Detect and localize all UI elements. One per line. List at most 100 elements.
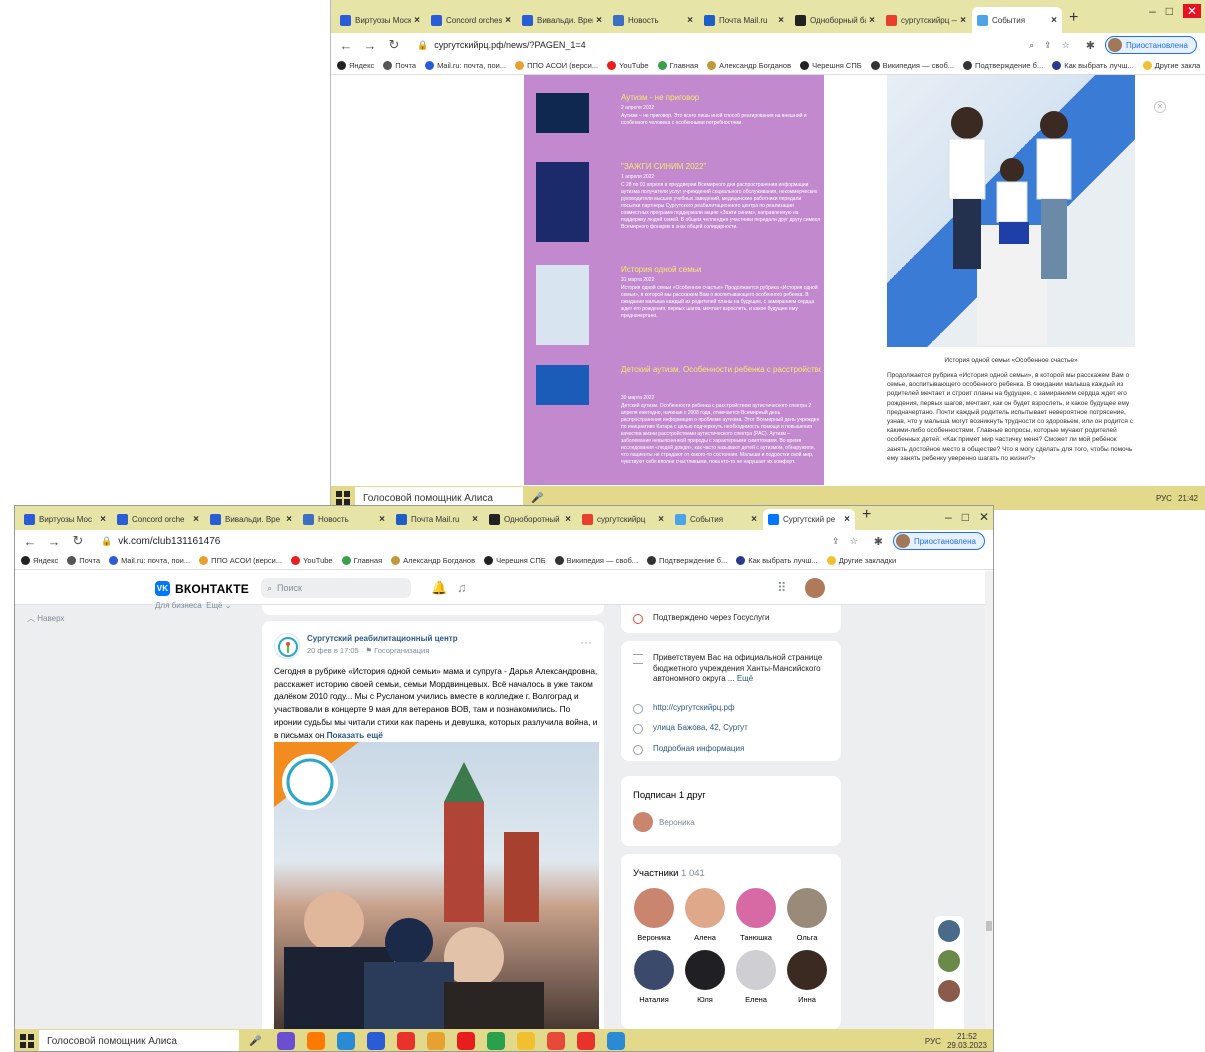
top-url-bar[interactable]: 🔒 сургутскийрц.рф/news/?PAGEN_1=4 ⌕ ⇪ ☆ bbox=[411, 35, 1076, 55]
tab-close-icon[interactable]: × bbox=[687, 15, 693, 26]
reload-icon[interactable]: ↻ bbox=[71, 533, 85, 549]
maximize-icon[interactable]: □ bbox=[962, 510, 969, 524]
description-more-link[interactable]: Ещё bbox=[737, 674, 753, 683]
vk-logo[interactable]: VK ВКОНТАКТЕ bbox=[155, 581, 249, 596]
bookmark-item[interactable]: Почта bbox=[67, 556, 100, 565]
tab-close-icon[interactable]: × bbox=[472, 514, 478, 525]
tray-lang[interactable]: РУС bbox=[925, 1037, 941, 1046]
taskbar-app-icon[interactable] bbox=[481, 1030, 511, 1051]
tab-close-icon[interactable]: × bbox=[844, 514, 850, 525]
tab-close-icon[interactable]: × bbox=[505, 15, 511, 26]
browser-tab[interactable]: Concord orchestra× bbox=[426, 7, 516, 33]
bookmark-item[interactable]: Википедия — своб... bbox=[870, 61, 954, 70]
browser-tab[interactable]: Виртуозы Москов× bbox=[335, 7, 425, 33]
back-icon[interactable]: ← bbox=[23, 534, 37, 549]
news-item[interactable]: История одной семьи 31 марта 2022 История … bbox=[536, 265, 818, 360]
browser-tab[interactable]: сургутскийрц — × bbox=[881, 7, 971, 33]
browser-tab[interactable]: Новость × bbox=[608, 7, 698, 33]
top-profile-button[interactable]: Приостановлена bbox=[1104, 36, 1197, 54]
post-photo[interactable] bbox=[274, 742, 599, 1041]
bookmark-item[interactable]: Александр Богданов bbox=[707, 61, 791, 70]
new-tab-icon[interactable]: + bbox=[1069, 9, 1078, 27]
back-icon[interactable]: ← bbox=[339, 38, 353, 53]
bookmark-item[interactable]: YouTube bbox=[291, 556, 333, 565]
member-item[interactable]: Алена bbox=[680, 888, 730, 942]
extension-icon[interactable]: ✱ bbox=[1086, 39, 1095, 52]
bookmark-item[interactable]: Александр Богданов bbox=[391, 556, 475, 565]
tab-close-icon[interactable]: × bbox=[778, 15, 784, 26]
taskbar-app-icon[interactable] bbox=[271, 1030, 301, 1051]
bookmark-item[interactable]: Другие закла bbox=[1142, 61, 1200, 70]
news-thumbnail[interactable] bbox=[536, 365, 589, 405]
page-scrollbar[interactable] bbox=[985, 571, 993, 1029]
bookmark-item[interactable]: Другие закладки bbox=[826, 556, 896, 565]
chat-avatar-1[interactable] bbox=[938, 920, 960, 942]
bookmark-item[interactable]: Википедия — своб... bbox=[554, 556, 638, 565]
news-thumbnail[interactable] bbox=[536, 93, 589, 133]
chat-avatar-2[interactable] bbox=[938, 950, 960, 972]
browser-tab[interactable]: Почта Mail.ru × bbox=[699, 7, 789, 33]
bookmark-item[interactable]: ППО АСОИ (верси... bbox=[515, 61, 598, 70]
star-icon[interactable]: ☆ bbox=[850, 536, 858, 547]
more-options-icon[interactable]: ··· bbox=[580, 635, 592, 649]
browser-tab[interactable]: События × bbox=[670, 509, 762, 530]
taskbar-app-icon[interactable] bbox=[541, 1030, 571, 1051]
reload-icon[interactable]: ↻ bbox=[387, 37, 401, 53]
bookmark-item[interactable]: Яндекс bbox=[337, 61, 374, 70]
bookmark-item[interactable]: Подтверждение б... bbox=[647, 556, 727, 565]
bookmark-item[interactable]: Главная bbox=[341, 556, 382, 565]
taskbar-app-icon[interactable] bbox=[571, 1030, 601, 1051]
star-icon[interactable]: ☆ bbox=[1062, 40, 1070, 51]
tray-time[interactable]: 21:52 bbox=[947, 1032, 987, 1041]
news-title[interactable]: История одной семьи bbox=[621, 265, 821, 274]
mic-icon[interactable]: 🎤 bbox=[531, 493, 543, 504]
share-icon[interactable]: ⇪ bbox=[832, 536, 840, 547]
chat-avatar-3[interactable] bbox=[938, 980, 960, 1002]
tab-close-icon[interactable]: × bbox=[414, 15, 420, 26]
tab-close-icon[interactable]: × bbox=[751, 514, 757, 525]
show-more-link[interactable]: Показать ещё bbox=[327, 730, 383, 740]
news-title[interactable]: "ЗАЖГИ СИНИМ 2022" bbox=[621, 162, 821, 171]
close-window-icon[interactable]: ✕ bbox=[979, 510, 989, 524]
tab-close-icon[interactable]: × bbox=[100, 514, 106, 525]
bottom-profile-button[interactable]: Приостановлена bbox=[892, 532, 985, 550]
bookmark-item[interactable]: Как выбрать лучш... bbox=[1052, 61, 1134, 70]
tab-close-icon[interactable]: × bbox=[658, 514, 664, 525]
taskbar-app-icon[interactable] bbox=[511, 1030, 541, 1051]
maximize-icon[interactable]: □ bbox=[1166, 4, 1173, 18]
browser-tab[interactable]: Вивальди. Времен× bbox=[517, 7, 607, 33]
tab-close-icon[interactable]: × bbox=[379, 514, 385, 525]
news-thumbnail[interactable] bbox=[536, 162, 589, 242]
tab-close-icon[interactable]: × bbox=[1051, 15, 1057, 26]
mic-icon[interactable]: 🎤 bbox=[249, 1036, 261, 1047]
taskbar-app-icon[interactable] bbox=[301, 1030, 331, 1051]
bottom-url-bar[interactable]: 🔒 vk.com/club131161476 ⇪ ☆ bbox=[95, 531, 864, 551]
group-avatar[interactable] bbox=[274, 633, 300, 659]
member-item[interactable]: Елена bbox=[731, 950, 781, 1004]
news-title[interactable]: Детский аутизм. Особенности ребенка с ра… bbox=[621, 365, 821, 374]
forward-icon[interactable]: → bbox=[363, 38, 377, 53]
member-item[interactable]: Инна bbox=[782, 950, 832, 1004]
vk-user-avatar[interactable] bbox=[805, 578, 825, 598]
zoom-icon[interactable]: ⌕ bbox=[1029, 40, 1034, 51]
vk-business-links[interactable]: Для бизнеса Ещё ⌄ bbox=[155, 601, 231, 610]
tab-close-icon[interactable]: × bbox=[193, 514, 199, 525]
member-item[interactable]: Юля bbox=[680, 950, 730, 1004]
tray-lang[interactable]: РУС bbox=[1156, 494, 1172, 503]
taskbar-app-icon[interactable] bbox=[361, 1030, 391, 1051]
back-to-top-link[interactable]: ︿ Наверх bbox=[27, 613, 64, 624]
bookmark-item[interactable]: Почта bbox=[383, 61, 416, 70]
bookmark-item[interactable]: Черешня СПБ bbox=[484, 556, 546, 565]
tab-close-icon[interactable]: × bbox=[596, 15, 602, 26]
news-item[interactable]: "ЗАЖГИ СИНИМ 2022" 1 апреля 2022 С 28 по 0… bbox=[536, 162, 820, 257]
bookmark-item[interactable]: Яндекс bbox=[21, 556, 58, 565]
browser-tab[interactable]: Одноборотный × bbox=[484, 509, 576, 530]
taskbar-app-icon[interactable] bbox=[421, 1030, 451, 1051]
bell-icon[interactable]: 🔔 bbox=[431, 580, 447, 596]
modal-close-icon[interactable]: ✕ bbox=[1154, 101, 1166, 113]
taskbar-app-icon[interactable] bbox=[331, 1030, 361, 1051]
new-tab-icon[interactable]: + bbox=[862, 506, 871, 524]
browser-tab[interactable]: Почта Mail.ru × bbox=[391, 509, 483, 530]
bookmark-item[interactable]: Mail.ru: почта, пои... bbox=[109, 556, 190, 565]
news-item[interactable]: Детский аутизм. Особенности ребенка с ра… bbox=[536, 365, 821, 465]
